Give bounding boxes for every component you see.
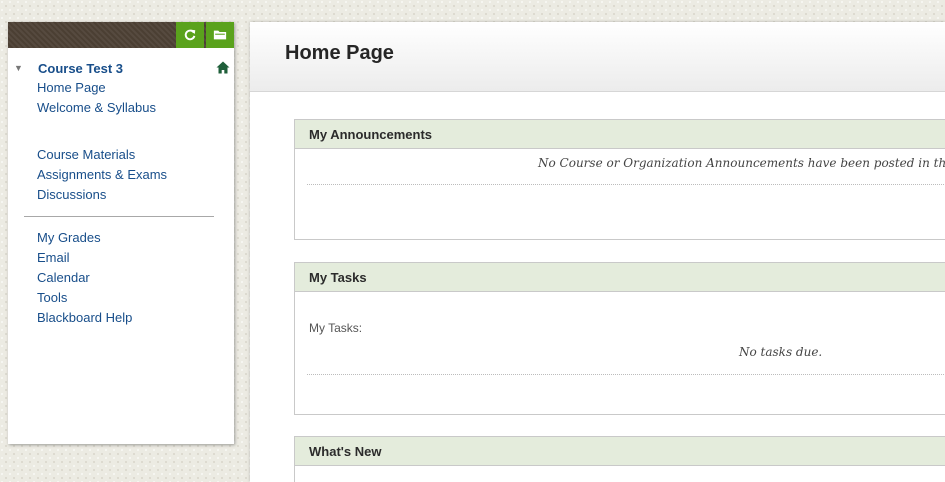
menu-item-assignments-exams[interactable]: Assignments & Exams: [8, 165, 234, 185]
collapse-caret-icon[interactable]: ▼: [12, 63, 38, 73]
announcements-empty-message: No Course or Organization Announcements …: [538, 156, 945, 170]
course-title[interactable]: Course Test 3: [38, 61, 123, 76]
menu-item-course-materials[interactable]: Course Materials: [8, 145, 234, 165]
menu-item-email[interactable]: Email: [8, 248, 234, 268]
whats-new-module-header[interactable]: What's New: [295, 437, 945, 466]
page-title: Home Page: [285, 42, 394, 64]
folder-view-button[interactable]: [206, 22, 234, 48]
announcements-module: My Announcements No Course or Organizati…: [294, 119, 945, 240]
menu-item-tools[interactable]: Tools: [8, 288, 234, 308]
course-menu-header: [8, 22, 234, 48]
menu-item-discussions[interactable]: Discussions: [8, 185, 234, 205]
menu-item-welcome-syllabus[interactable]: Welcome & Syllabus: [8, 98, 234, 118]
announcements-module-header[interactable]: My Announcements: [295, 120, 945, 149]
tasks-label: My Tasks:: [309, 321, 363, 335]
refresh-icon: [184, 29, 196, 41]
folder-icon: [213, 30, 227, 40]
menu-item-blackboard-help[interactable]: Blackboard Help: [8, 308, 234, 328]
content-area: Home Page My Announcements No Course or …: [250, 22, 945, 482]
whats-new-module: What's New: [294, 436, 945, 482]
home-icon[interactable]: [216, 61, 230, 74]
tasks-module: My Tasks My Tasks: No tasks due.: [294, 262, 945, 415]
module-divider: [307, 374, 945, 375]
module-divider: [307, 184, 945, 185]
menu-item-calendar[interactable]: Calendar: [8, 268, 234, 288]
menu-item-my-grades[interactable]: My Grades: [8, 228, 234, 248]
menu-item-home-page[interactable]: Home Page: [8, 78, 234, 98]
refresh-button[interactable]: [176, 22, 204, 48]
page-header: Home Page: [250, 22, 945, 92]
course-title-row[interactable]: ▼ Course Test 3: [8, 58, 234, 78]
tasks-module-header[interactable]: My Tasks: [295, 263, 945, 292]
course-menu: ▼ Course Test 3 Home Page Welcome & Syll…: [8, 22, 234, 444]
tasks-empty-message: No tasks due.: [739, 345, 823, 359]
menu-divider: [24, 216, 214, 217]
